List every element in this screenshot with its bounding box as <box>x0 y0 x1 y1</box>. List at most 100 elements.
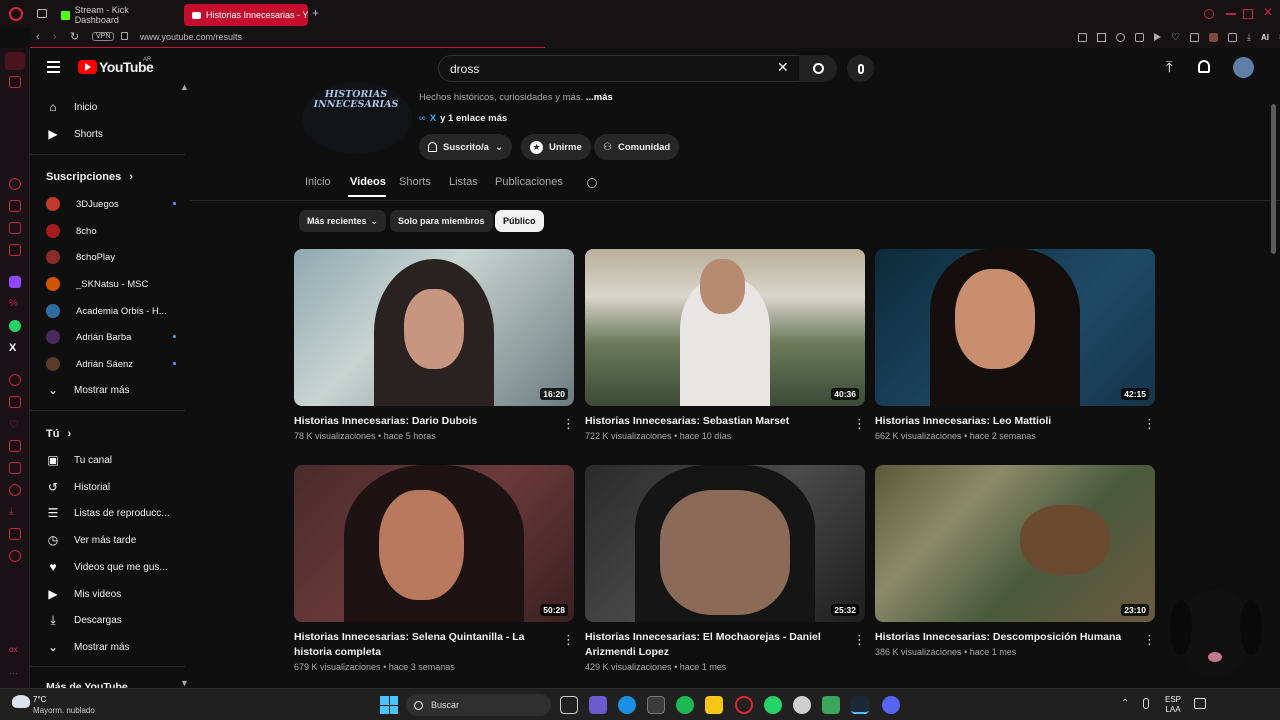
chip-most-recent[interactable]: Más recientes ⌄ <box>299 210 387 232</box>
more-options-icon[interactable]: ⋮ <box>1143 632 1156 648</box>
search-tabs-icon[interactable] <box>1204 9 1214 19</box>
discount-icon[interactable]: % <box>9 298 21 310</box>
play-icon[interactable] <box>1154 33 1161 41</box>
taskbar-search[interactable]: Buscar <box>406 694 551 716</box>
join-button[interactable]: ★ Unirme <box>521 134 591 160</box>
app-icon[interactable] <box>822 696 840 714</box>
nav-item-tu-canal[interactable]: ▣ Tu canal <box>46 450 186 470</box>
x-icon[interactable]: X <box>9 342 21 354</box>
video-card[interactable]: 40:36 Historias Innecesarias: Sebastian … <box>585 249 866 441</box>
video-card[interactable]: 25:32 Historias Innecesarias: El Mochaor… <box>585 465 866 672</box>
apps-icon[interactable] <box>9 396 21 408</box>
workspaces-icon[interactable] <box>37 9 47 18</box>
more-options-icon[interactable]: ⋮ <box>1143 416 1156 432</box>
tabs-icon[interactable] <box>9 440 21 452</box>
notifications-bell-icon[interactable] <box>1198 60 1210 73</box>
more-icon[interactable]: ··· <box>9 668 21 680</box>
opera-logo-icon[interactable] <box>9 7 23 21</box>
edge-icon[interactable] <box>618 696 636 714</box>
tab-publicaciones[interactable]: Publicaciones <box>495 176 563 188</box>
hamburger-menu-icon[interactable] <box>47 61 60 73</box>
more-links[interactable]: y 1 enlace más <box>440 113 507 124</box>
sub-item-8choplay[interactable]: 8choPlay <box>46 247 186 267</box>
windows-start-icon[interactable] <box>380 696 398 714</box>
tray-chevron-icon[interactable]: ⌃ <box>1121 698 1129 709</box>
channel-banner-logo[interactable]: HISTORIAS INNECESARIAS <box>302 82 412 154</box>
channel-description[interactable]: Hechos históricos, curiosidades y más. .… <box>419 92 613 103</box>
video-title[interactable]: Historias Innecesarias: Selena Quintanil… <box>294 630 549 660</box>
twitch-icon[interactable] <box>9 276 21 288</box>
nav-item-liked[interactable]: ♥ Videos que me gus... <box>46 557 186 577</box>
news-icon[interactable] <box>9 222 21 234</box>
sub-item-adrian-saenz[interactable]: Adrián Sáenz <box>46 354 186 374</box>
new-tab-icon[interactable]: + <box>312 6 319 20</box>
scroll-up-icon[interactable]: ▲ <box>180 82 189 92</box>
history-icon[interactable] <box>1116 33 1125 42</box>
weather-text[interactable]: Mayorm. nublado <box>33 706 95 715</box>
camera-icon[interactable] <box>1227 33 1237 42</box>
link-x[interactable]: X <box>430 113 436 124</box>
weather-temp[interactable]: 7°C <box>33 695 46 704</box>
reload-icon[interactable]: ↻ <box>70 30 79 43</box>
video-thumbnail[interactable]: 16:20 <box>294 249 574 406</box>
favorites-icon[interactable]: ♡ <box>9 418 21 431</box>
tab-videos[interactable]: Videos <box>350 176 386 188</box>
chip-public[interactable]: Público <box>495 210 544 232</box>
upload-icon[interactable]: ⤒ <box>1166 60 1173 75</box>
forward-icon[interactable]: › <box>53 31 57 43</box>
player-icon[interactable] <box>9 374 21 386</box>
more-options-icon[interactable]: ⋮ <box>853 632 866 648</box>
avatar-ext-icon[interactable] <box>1208 33 1218 42</box>
cube-icon[interactable] <box>9 528 21 540</box>
spotify-icon[interactable] <box>676 696 694 714</box>
nav-item-inicio[interactable]: ⌂ Inicio <box>46 97 186 117</box>
nav-item-show-more[interactable]: ⌄ Mostrar más <box>46 637 186 657</box>
clock-icon[interactable] <box>9 484 21 496</box>
video-card[interactable]: 16:20 Historias Innecesarias: Dario Dubo… <box>294 249 575 441</box>
extensions-icon[interactable] <box>1189 33 1199 42</box>
close-window-icon[interactable]: ✕ <box>1263 5 1273 19</box>
settings-icon[interactable] <box>9 550 21 562</box>
video-title[interactable]: Historias Innecesarias: Dario Dubois <box>294 414 549 429</box>
more-options-icon[interactable]: ⋮ <box>562 416 575 432</box>
whatsapp-icon[interactable] <box>9 320 21 332</box>
download-icon[interactable]: ⤓ <box>1247 33 1251 42</box>
search-input[interactable]: dross <box>450 62 479 76</box>
show-more-subs[interactable]: ⌄ Mostrar más <box>46 380 186 400</box>
mic-tray-icon[interactable] <box>1143 698 1149 709</box>
snapshot-icon[interactable] <box>1097 33 1106 42</box>
back-icon[interactable]: ‹ <box>36 31 40 43</box>
tab-inicio[interactable]: Inicio <box>305 176 331 188</box>
sub-item-academia-orbis[interactable]: Academia Orbis - H... <box>46 301 186 321</box>
copilot-icon[interactable] <box>589 696 607 714</box>
heart-icon[interactable]: ♡ <box>1171 33 1180 43</box>
speed-dial-icon[interactable] <box>9 178 21 190</box>
more-options-icon[interactable]: ⋮ <box>562 632 575 648</box>
channel-links[interactable]: ∞ X y 1 enlace más <box>419 113 507 124</box>
gx-icon[interactable] <box>9 76 21 88</box>
you-heading[interactable]: Tú › <box>46 428 71 440</box>
tab-kick-dashboard[interactable]: Stream - Kick Dashboard <box>53 4 181 26</box>
video-title[interactable]: Historias Innecesarias: Descomposición H… <box>875 630 1130 645</box>
url-field[interactable]: www.youtube.com/results <box>140 32 242 42</box>
channel-search-icon[interactable] <box>587 178 597 188</box>
video-thumbnail[interactable]: 25:32 <box>585 465 865 622</box>
chip-members-only[interactable]: Solo para miembros <box>390 210 493 232</box>
video-card[interactable]: 42:15 Historias Innecesarias: Leo Mattio… <box>875 249 1156 441</box>
nav-item-downloads[interactable]: ⤓ Descargas <box>46 610 186 630</box>
tab-listas[interactable]: Listas <box>449 176 478 188</box>
language-indicator[interactable]: ESP LAA <box>1165 695 1181 715</box>
sub-item-3djuegos[interactable]: 3DJuegos <box>46 194 186 214</box>
shield-icon[interactable] <box>1135 33 1144 42</box>
subscribed-button[interactable]: Suscrito/a ⌄ <box>419 134 513 160</box>
video-thumbnail[interactable]: 40:36 <box>585 249 865 406</box>
nav-item-shorts[interactable]: ▶ Shorts <box>46 124 186 144</box>
avatar[interactable] <box>1233 57 1254 78</box>
music-icon[interactable] <box>9 244 21 256</box>
video-thumbnail[interactable]: 42:15 <box>875 249 1155 406</box>
video-title[interactable]: Historias Innecesarias: El Mochaorejas -… <box>585 630 840 660</box>
home-icon[interactable] <box>5 52 25 70</box>
store-icon[interactable] <box>647 696 665 714</box>
video-title[interactable]: Historias Innecesarias: Leo Mattioli <box>875 414 1130 429</box>
nav-item-watch-later[interactable]: ◷ Ver más tarde <box>46 530 186 550</box>
